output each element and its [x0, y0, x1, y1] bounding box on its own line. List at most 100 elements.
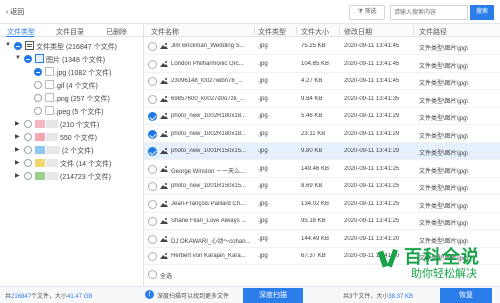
tree-label: .gif (4 个文件): [55, 83, 98, 90]
expand-right-icon[interactable]: ▶: [15, 120, 20, 127]
search-button[interactable]: 搜索: [470, 5, 494, 20]
table-row[interactable]: George Winston －一天么... .jpg 149.46 KB 2020-…: [144, 161, 500, 178]
partial-check-icon[interactable]: [24, 55, 32, 63]
row-checkbox[interactable]: [148, 59, 157, 69]
column-header-date[interactable]: 修改日期: [344, 27, 372, 37]
table-row[interactable]: photo_new_1002R180x18... .jpg 5.46 KB 2020-…: [144, 108, 500, 125]
chevron-left-icon: ‹: [6, 9, 9, 16]
table-row[interactable]: Jean-François Paillard Ch... .jpg 134.02 K…: [144, 196, 500, 213]
image-file-icon: [160, 60, 168, 67]
checkbox-icon[interactable]: [34, 94, 42, 102]
table-row[interactable]: photo_new_1002R180x18... .jpg 23.11 KB 2020…: [144, 126, 500, 143]
cell-file-size: 8.69 KB: [301, 183, 323, 189]
row-checkbox[interactable]: [148, 182, 157, 191]
row-checkbox[interactable]: [148, 94, 157, 104]
cell-file-path: 文件类型\图片\jpg\: [419, 186, 469, 192]
cell-file-type: .jpg: [258, 95, 268, 102]
row-checkbox[interactable]: [148, 42, 157, 51]
cell-modified-date: 2020-09-11 13:41:20: [344, 235, 400, 242]
cell-file-size: 144.49 KB: [301, 235, 330, 242]
row-checkbox[interactable]: [148, 252, 157, 261]
table-row[interactable]: London Philharmonic Orc... .jpg 104.85 KB 2…: [144, 56, 500, 73]
row-checkbox[interactable]: [148, 77, 157, 86]
cell-file-name: 23096148_l0027wibn78_...: [171, 78, 244, 84]
checkbox-icon[interactable]: [34, 107, 42, 115]
top-toolbar: ‹ 返回 ⧩ 筛选 搜索: [0, 0, 500, 24]
expand-down-icon[interactable]: ▼: [5, 42, 11, 48]
selected-prefix: 共3个文件，大小: [343, 294, 389, 300]
tree-label: .jpeg (5 个文件): [55, 109, 104, 116]
category-icon: [35, 146, 45, 154]
recover-button[interactable]: 恢复: [440, 288, 492, 303]
cell-file-type: .jpg: [258, 60, 268, 67]
filter-button[interactable]: ⧩ 筛选: [349, 5, 385, 20]
tree-label: .jpg (1082 个文件): [55, 70, 112, 77]
total-size: 41.47 GB: [67, 294, 93, 300]
cell-file-size: 9.84 KB: [301, 95, 323, 102]
checkbox-icon[interactable]: [24, 172, 32, 180]
cell-file-name: photo_new_1002R180x18...: [171, 113, 247, 119]
expand-right-icon[interactable]: ▶: [15, 159, 20, 166]
checkbox-icon[interactable]: [24, 159, 32, 167]
column-divider: [413, 26, 414, 35]
checkbox-icon[interactable]: [34, 81, 42, 89]
tab-deleted[interactable]: 已删除: [106, 27, 127, 37]
cell-file-type: .jpg: [258, 130, 268, 137]
column-header-type[interactable]: 文件类型: [258, 27, 286, 37]
column-header-path[interactable]: 文件路径: [419, 27, 447, 37]
expand-right-icon[interactable]: ▶: [15, 133, 20, 140]
tree-label: 文件 (14 个文件): [60, 161, 112, 168]
image-file-icon: [160, 235, 168, 242]
row-checkbox[interactable]: [148, 147, 157, 156]
partial-check-icon[interactable]: [34, 68, 42, 76]
cell-file-type: .jpg: [258, 218, 268, 224]
search-input[interactable]: [390, 5, 468, 20]
back-button[interactable]: ‹ 返回: [6, 7, 24, 17]
cell-modified-date: 2020-09-11 13:41:29: [344, 148, 400, 154]
table-row[interactable]: Jim Brickman_Wedding S... .jpg 75.25 KB 202…: [144, 38, 500, 55]
cell-file-path: 文件类型\图片\jpg\: [419, 98, 469, 105]
table-row[interactable]: photo_new_1001R150x15... .jpg 8.69 KB 2020-…: [144, 178, 500, 195]
checkbox-icon[interactable]: [24, 120, 32, 128]
expand-right-icon[interactable]: ▶: [15, 172, 20, 179]
total-count: 216847: [11, 294, 32, 300]
row-checkbox[interactable]: [148, 129, 157, 139]
cell-file-name: Jean-François Paillard Ch...: [171, 200, 246, 207]
cell-file-size: 134.02 KB: [301, 200, 330, 207]
column-header-name[interactable]: 文件名称: [151, 27, 179, 37]
image-file-icon: [160, 43, 168, 49]
deep-scan-button[interactable]: 深度扫描: [243, 288, 303, 303]
expand-down-icon[interactable]: ▼: [15, 55, 21, 61]
image-file-icon: [160, 253, 168, 259]
cell-file-type: .jpg: [258, 200, 268, 207]
cell-file-name: photo_new_1001R150x15...: [171, 183, 247, 189]
left-tabs: 文件类型 文件目录 已删除: [0, 24, 143, 37]
redacted-label: [46, 133, 58, 141]
row-checkbox[interactable]: [148, 112, 157, 121]
pencil-ruler-logo-icon: [378, 248, 398, 268]
tree-label: .png (257 个文件): [55, 96, 110, 103]
table-row[interactable]: 23096148_l0027wibn78_... .jpg 4.27 KB 2020-…: [144, 73, 500, 90]
row-checkbox[interactable]: [148, 199, 157, 209]
tab-file-directory[interactable]: 文件目录: [56, 27, 84, 37]
cell-modified-date: 2020-09-11 13:41:25: [344, 183, 400, 189]
row-checkbox[interactable]: [148, 217, 157, 226]
cell-file-type: .jpg: [258, 235, 268, 242]
active-tab-indicator: [6, 36, 34, 37]
partial-check-icon[interactable]: [14, 42, 22, 50]
filter-icon: ⧩: [357, 9, 363, 15]
cell-file-name: George Winston －一天么...: [171, 168, 246, 175]
row-checkbox[interactable]: [148, 164, 157, 174]
expand-right-icon[interactable]: ▶: [15, 146, 20, 153]
select-all-checkbox[interactable]: [148, 270, 157, 279]
cell-file-type: .jpg: [258, 43, 268, 49]
column-divider: [296, 26, 297, 35]
checkbox-icon[interactable]: [24, 146, 32, 154]
table-row[interactable]: photo_new_1001R150x15... .jpg 9.80 KB 2020-…: [144, 143, 500, 160]
row-checkbox[interactable]: [148, 234, 157, 244]
column-header-size[interactable]: 文件大小: [301, 27, 329, 37]
cell-modified-date: 2020-09-11 13:41:25: [344, 200, 400, 207]
table-row[interactable]: Shane Filan_Love Always ... .jpg 95.18 KB 2…: [144, 213, 500, 230]
checkbox-icon[interactable]: [24, 133, 32, 141]
table-row[interactable]: 69857600_k0027d0o7zk_... .jpg 9.84 KB 2020-…: [144, 91, 500, 108]
